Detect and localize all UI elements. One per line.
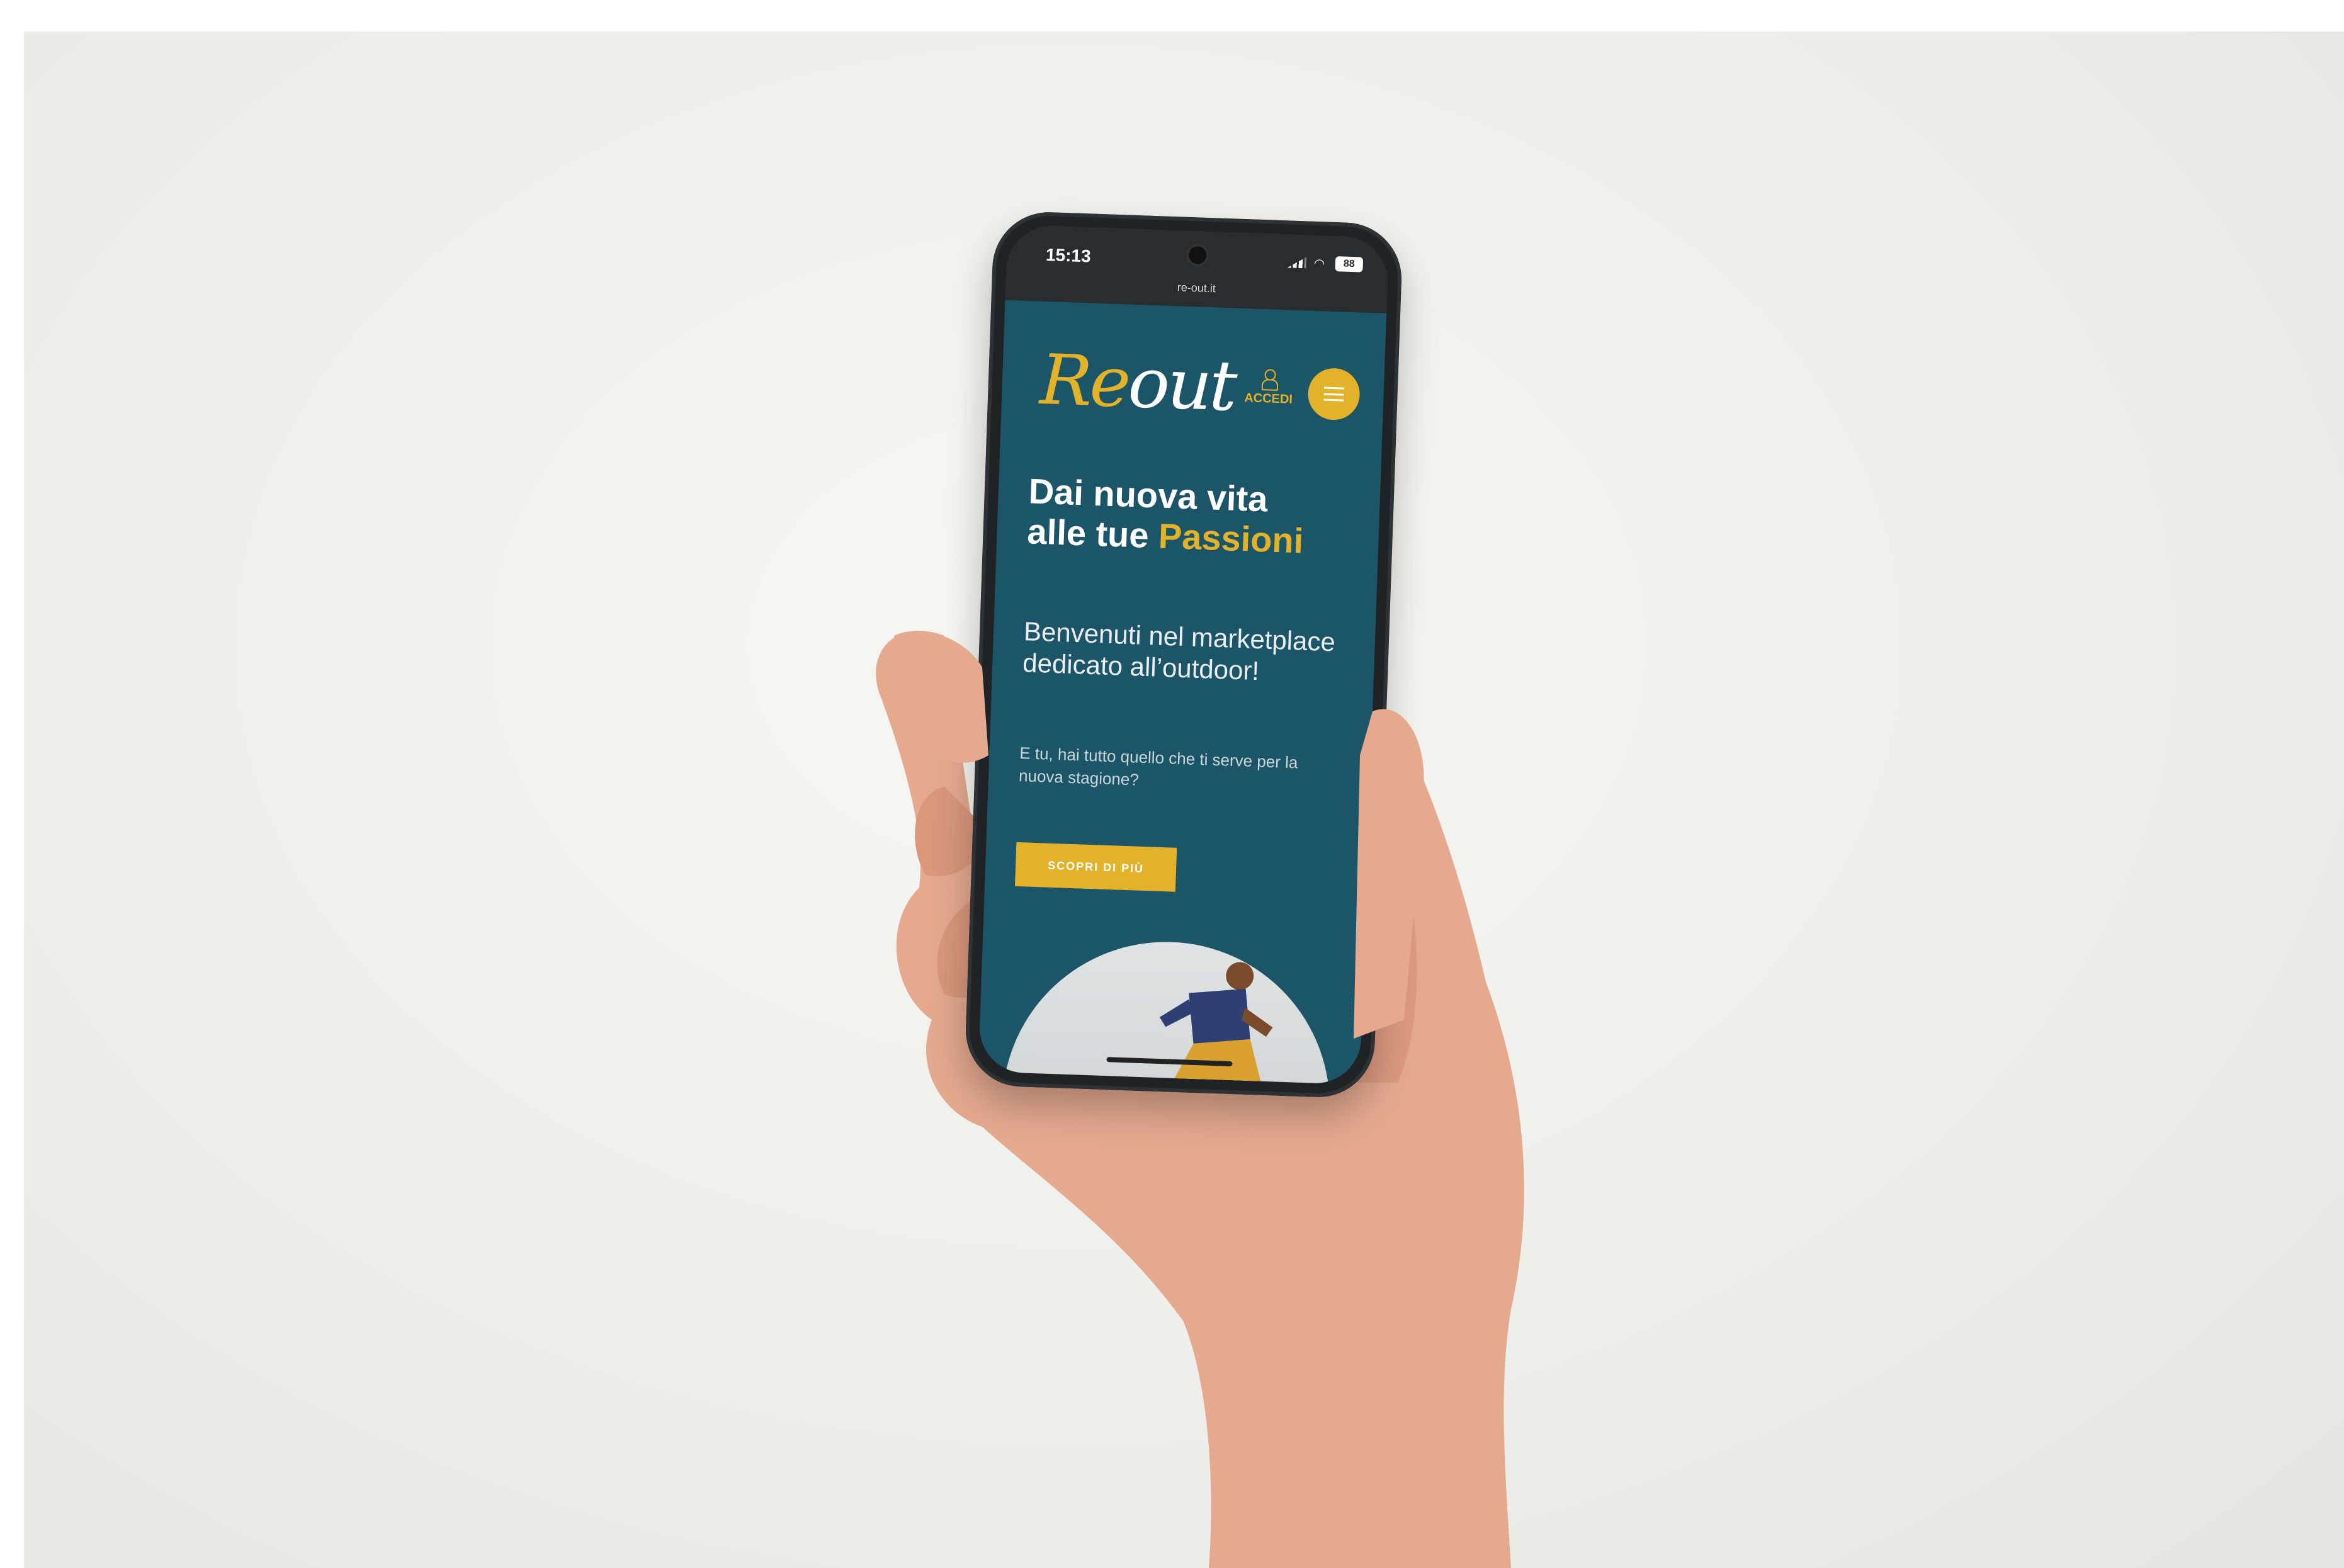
discover-more-button[interactable]: SCOPRI DI PIÙ [1014, 842, 1177, 892]
site-logo[interactable]: Reout [1039, 339, 1236, 427]
menu-icon [1323, 386, 1344, 402]
address-bar-url[interactable]: re-out.it [1005, 275, 1387, 302]
smartphone: 15:13 ◠ 88 re-out.it Reout ACCEDI Dai nu… [963, 210, 1404, 1099]
hero-title-line2: alle tue [1026, 511, 1150, 555]
hero-body: E tu, hai tutto quello che ti serve per … [1018, 743, 1298, 789]
signal-icon [1288, 256, 1307, 268]
hero-title-line1: Dai nuova vita [1028, 471, 1269, 519]
front-camera [1188, 245, 1207, 264]
login-label: ACCEDI [1243, 391, 1293, 407]
login-button[interactable]: ACCEDI [1244, 368, 1294, 407]
menu-button[interactable] [1307, 367, 1361, 421]
logo-out: out [1126, 342, 1237, 427]
hero-title-accent: Passioni [1158, 516, 1305, 561]
hero-subtitle: Benvenuti nel marketplace dedicato all’o… [1022, 616, 1336, 686]
site-header: Reout ACCEDI [1001, 300, 1387, 439]
status-time: 15:13 [1045, 244, 1092, 266]
hero-title: Dai nuova vita alle tue Passioni [1027, 471, 1357, 563]
status-bar: 15:13 ◠ 88 re-out.it [1005, 224, 1390, 313]
status-icons: ◠ 88 [1287, 254, 1364, 273]
battery-icon: 88 [1335, 256, 1364, 273]
logo-re: Re [1038, 339, 1130, 423]
wifi-icon: ◠ [1313, 255, 1325, 271]
website-page: Reout ACCEDI Dai nuova vita alle tue Pas… [978, 300, 1387, 1085]
phone-screen: 15:13 ◠ 88 re-out.it Reout ACCEDI Dai nu… [978, 224, 1390, 1085]
user-icon [1262, 369, 1276, 388]
